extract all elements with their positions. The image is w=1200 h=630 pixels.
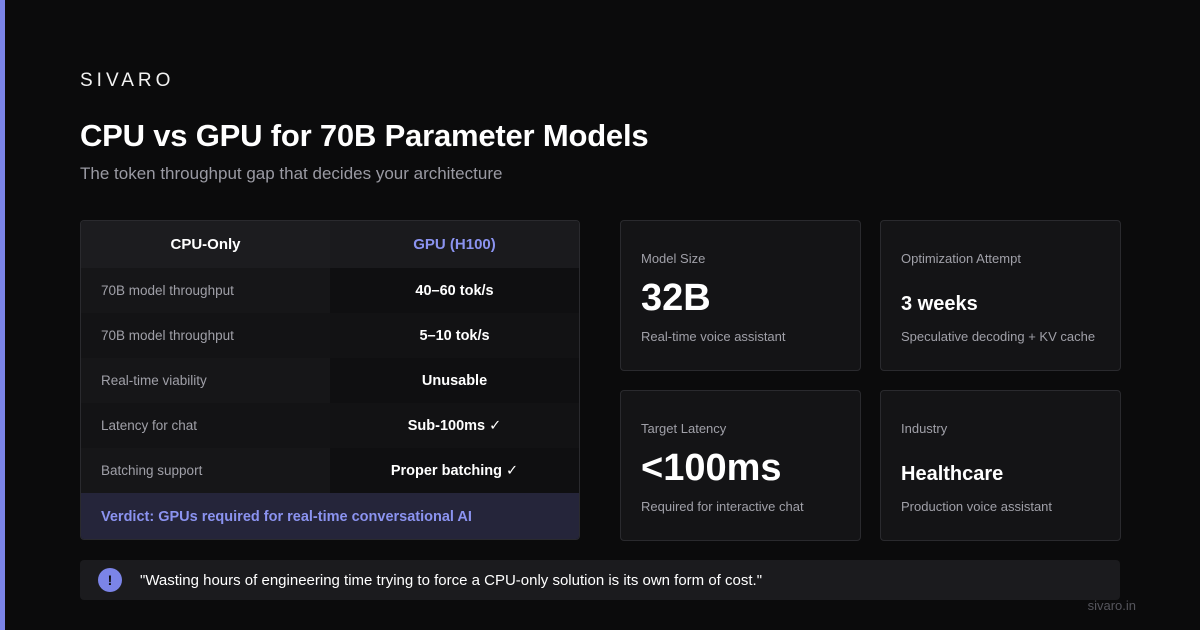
card-desc: Required for interactive chat (641, 499, 804, 514)
row-label: 70B model throughput (81, 313, 331, 358)
header-cpu: CPU-Only (170, 236, 241, 253)
card-desc: Real-time voice assistant (641, 329, 786, 344)
table-header: CPU-Only GPU (H100) (81, 221, 579, 268)
card-value: <100ms (641, 447, 782, 489)
row-label: Real-time viability (81, 358, 331, 403)
card-label: Model Size (641, 251, 706, 266)
table-row: 70B model throughput 40–60 tok/s (81, 268, 579, 313)
quote-banner: ! "Wasting hours of engineering time try… (80, 560, 1120, 600)
card-desc: Production voice assistant (901, 499, 1053, 514)
header-gpu: GPU (H100) (330, 221, 579, 268)
row-label: Latency for chat (81, 403, 331, 448)
card-value: 3 weeks (901, 293, 978, 315)
accent-bar (0, 0, 5, 630)
row-value: Proper batching ✓ (330, 448, 579, 493)
card-desc: Speculative decoding + KV cache (901, 329, 1096, 344)
card-label: Target Latency (641, 421, 727, 436)
row-value: 5–10 tok/s (330, 313, 579, 358)
page-title: CPU vs GPU for 70B Parameter Models (80, 118, 649, 153)
brand-logo: SIVARO (80, 70, 175, 91)
stat-card-model-size: Model Size 32B Real-time voice assistant (620, 220, 861, 371)
comparison-table: CPU-Only GPU (H100) 70B model throughput… (80, 220, 580, 540)
stat-card-industry: Industry Healthcare Production voice ass… (880, 390, 1121, 541)
row-label: Batching support (81, 448, 331, 493)
table-row: Real-time viability Unusable (81, 358, 579, 403)
table-row: Batching support Proper batching ✓ (81, 448, 579, 493)
row-value: Sub-100ms ✓ (330, 403, 579, 448)
table-row: 70B model throughput 5–10 tok/s (81, 313, 579, 358)
row-value: Unusable (330, 358, 579, 403)
card-value: 32B (641, 277, 711, 319)
row-value: 40–60 tok/s (330, 268, 579, 313)
card-label: Industry (901, 421, 948, 436)
verdict-banner: Verdict: GPUs required for real-time con… (81, 493, 579, 539)
card-value: Healthcare (901, 463, 1004, 485)
exclamation-icon: ! (98, 568, 122, 592)
row-label: 70B model throughput (81, 268, 331, 313)
page-subtitle: The token throughput gap that decides yo… (80, 164, 503, 183)
stat-card-target-latency: Target Latency <100ms Required for inter… (620, 390, 861, 541)
card-label: Optimization Attempt (901, 251, 1021, 266)
footer-url: sivaro.in (1087, 598, 1136, 613)
stat-card-optimization: Optimization Attempt 3 weeks Speculative… (880, 220, 1121, 371)
table-row: Latency for chat Sub-100ms ✓ (81, 403, 579, 448)
quote-text: "Wasting hours of engineering time tryin… (140, 571, 763, 589)
